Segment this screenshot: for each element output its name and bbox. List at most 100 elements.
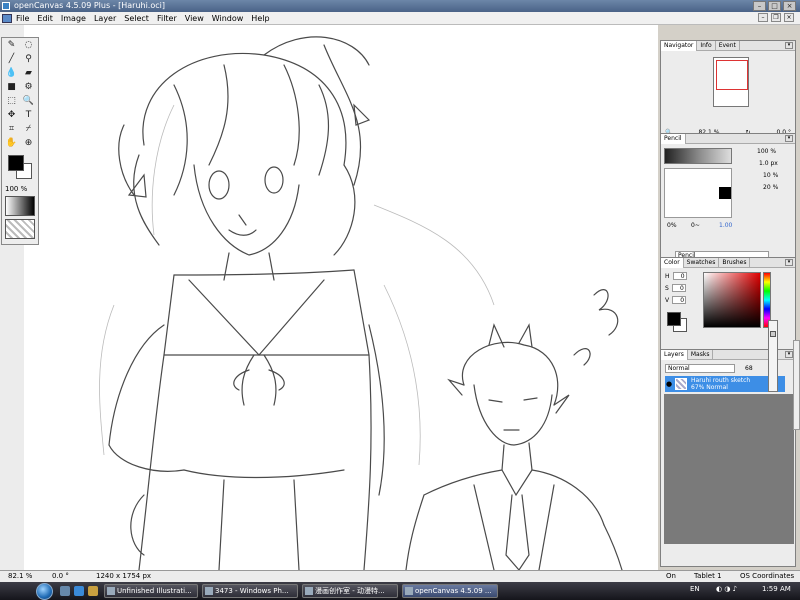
start-button[interactable] <box>36 583 53 600</box>
status-device: Tablet 1 <box>694 572 722 580</box>
hand-tool-icon[interactable]: ✋ <box>4 138 19 149</box>
explorer-icon <box>107 587 115 595</box>
doc-close-button[interactable]: × <box>784 13 794 22</box>
eye-icon[interactable]: ● <box>666 380 672 388</box>
doc-minimize-button[interactable]: – <box>758 13 768 22</box>
menu-filter[interactable]: Filter <box>153 14 181 23</box>
pencil-color-swatch[interactable] <box>719 187 731 199</box>
v-field[interactable]: 0 <box>672 296 687 304</box>
s-field[interactable]: 0 <box>671 284 686 292</box>
color-well[interactable] <box>4 153 36 183</box>
pencil-min-size[interactable]: 20 % <box>763 184 778 191</box>
toolbox-zoom-value: 100 <box>5 185 19 193</box>
language-indicator[interactable]: EN <box>690 585 700 593</box>
eyedropper-tool-icon[interactable]: ⌿ <box>21 124 36 135</box>
right-panel-area: Navigator Info Event ▾ 🔍 82.1 % ↻ 0.0 ° … <box>658 25 800 570</box>
pencil-size[interactable]: 1.0 px <box>759 160 778 167</box>
lasso-tool-icon[interactable]: ◌ <box>21 40 36 51</box>
layer-row[interactable]: ● Haruhi routh sketch 67% Normal <box>665 376 785 392</box>
tray-icons[interactable]: ◐ ◑ ♪ <box>716 585 737 593</box>
opacity-slider[interactable] <box>768 320 778 392</box>
crop-tool-icon[interactable]: ⌗ <box>4 124 19 135</box>
tab-layers[interactable]: Layers <box>661 349 688 360</box>
foreground-color-swatch[interactable] <box>8 155 24 171</box>
ie-quicklaunch-icon[interactable] <box>74 586 84 596</box>
tab-swatches[interactable]: Swatches <box>684 257 720 268</box>
maximize-button[interactable]: □ <box>768 1 781 11</box>
menu-select[interactable]: Select <box>120 14 153 23</box>
layer-opacity[interactable]: 68 <box>745 365 753 372</box>
pencil-tool-icon[interactable]: ✎ <box>4 40 19 51</box>
fill-tool-icon[interactable]: ■ <box>4 82 19 93</box>
color-menu-icon[interactable]: ▾ <box>785 259 793 266</box>
tab-brushes[interactable]: Brushes <box>719 257 751 268</box>
airbrush-tool-icon[interactable]: ⚲ <box>21 54 36 65</box>
menu-help[interactable]: Help <box>247 14 273 23</box>
tab-event[interactable]: Event <box>716 40 740 51</box>
s-label: S <box>665 284 669 292</box>
menu-layer[interactable]: Layer <box>90 14 120 23</box>
menu-window[interactable]: Window <box>208 14 248 23</box>
pencil-pressure-area <box>664 168 732 218</box>
navigator-view-rect[interactable] <box>716 60 748 90</box>
brush-tool-icon[interactable]: ╱ <box>4 54 19 65</box>
layers-menu-icon[interactable]: ▾ <box>785 351 793 358</box>
menu-bar: File Edit Image Layer Select Filter View… <box>0 12 800 25</box>
move-tool-icon[interactable]: ✥ <box>4 110 19 121</box>
taskbar-button-illustration[interactable]: Unfinished Illustrati... <box>104 584 198 598</box>
status-state: On <box>666 572 676 580</box>
settings-tool-icon[interactable]: ⚙ <box>21 82 36 93</box>
status-angle: 0.0 ° <box>52 572 69 580</box>
color-fg-swatch[interactable] <box>667 312 681 326</box>
zoom-tool-icon[interactable]: 🔍 <box>21 96 36 107</box>
app-icon <box>2 2 10 10</box>
menu-file[interactable]: File <box>12 14 33 23</box>
panel-scrollbar[interactable] <box>793 340 800 430</box>
h-field[interactable]: 0 <box>672 272 687 280</box>
menu-edit[interactable]: Edit <box>33 14 57 23</box>
tab-navigator[interactable]: Navigator <box>661 40 698 51</box>
navigator-thumbnail[interactable] <box>713 57 749 107</box>
pencil-preview-b: 0~ <box>691 222 700 229</box>
sketch-artwork <box>99 36 623 570</box>
layer-name: Haruhi routh sketch <box>691 377 751 384</box>
tab-color[interactable]: Color <box>661 257 684 268</box>
show-desktop-icon[interactable] <box>60 586 70 596</box>
text-tool-icon[interactable]: T <box>21 110 36 121</box>
tab-pencil[interactable]: Pencil <box>661 133 686 144</box>
select-tool-icon[interactable]: ⬚ <box>4 96 19 107</box>
folder-quicklaunch-icon[interactable] <box>88 586 98 596</box>
layer-info: 67% Normal <box>691 384 728 391</box>
saturation-value-field[interactable] <box>703 272 761 328</box>
texture-swatch[interactable] <box>5 219 35 239</box>
title-bar: openCanvas 4.5.09 Plus - [Haruhi.oci] – … <box>0 0 800 12</box>
blend-mode-select[interactable]: Normal <box>665 364 735 373</box>
minimize-button[interactable]: – <box>753 1 766 11</box>
opacity-slider-knob[interactable] <box>770 331 776 337</box>
magnify-tool-icon[interactable]: ⊕ <box>21 138 36 149</box>
panel-menu-icon[interactable]: ▾ <box>785 42 793 49</box>
pencil-density[interactable]: 10 % <box>763 172 778 179</box>
close-button[interactable]: × <box>783 1 796 11</box>
drawing-canvas[interactable] <box>24 25 658 570</box>
menu-view[interactable]: View <box>181 14 208 23</box>
system-tray: EN ◐ ◑ ♪ 1:59 AM <box>690 582 800 600</box>
gradient-swatch[interactable] <box>5 196 35 216</box>
clock[interactable]: 1:59 AM <box>762 585 791 593</box>
taskbar-button-opencanvas[interactable]: openCanvas 4.5.09 ... <box>402 584 498 598</box>
taskbar-button-browser[interactable]: 漫画创作室 - 动漫特... <box>302 584 398 598</box>
water-tool-icon[interactable]: 💧 <box>4 68 19 79</box>
pencil-preview-c: 1.00 <box>719 222 733 229</box>
menu-image[interactable]: Image <box>57 14 90 23</box>
toolbox: ✎ ◌ ╱ ⚲ 💧 ▰ ■ ⚙ ⬚ 🔍 ✥ T ⌗ ⌿ ✋ ⊕ 100 % <box>1 37 39 245</box>
tab-info[interactable]: Info <box>697 40 716 51</box>
tab-masks[interactable]: Masks <box>688 349 714 360</box>
toolbox-zoom: 100 % <box>2 185 38 193</box>
pencil-menu-icon[interactable]: ▾ <box>785 135 793 142</box>
doc-restore-button[interactable]: ❐ <box>771 13 781 22</box>
pencil-opacity[interactable]: 100 % <box>757 148 776 155</box>
taskbar-button-photo[interactable]: 3473 - Windows Ph... <box>202 584 298 598</box>
navigator-panel: Navigator Info Event ▾ 🔍 82.1 % ↻ 0.0 ° <box>660 40 796 140</box>
eraser-tool-icon[interactable]: ▰ <box>21 68 36 79</box>
document-icon <box>2 13 12 23</box>
